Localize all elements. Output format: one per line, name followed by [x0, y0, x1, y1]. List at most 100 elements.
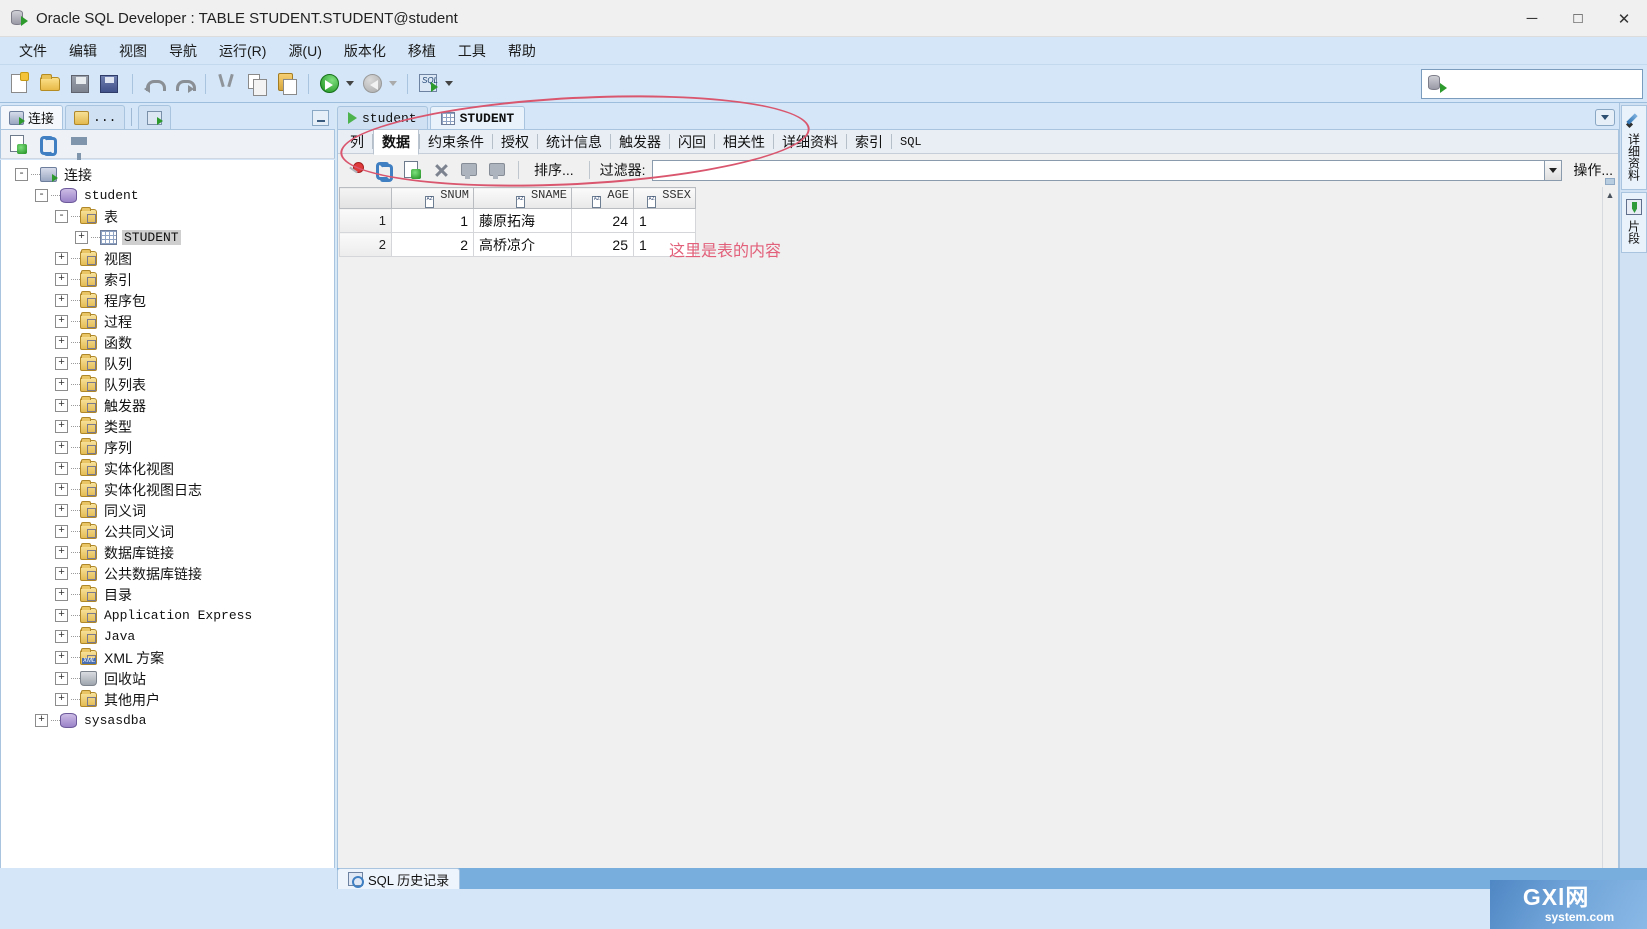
panel-tab-files[interactable]: ... — [65, 105, 126, 129]
cell-SNUM[interactable]: 2 — [391, 232, 474, 257]
menu-edit[interactable]: 编辑 — [58, 38, 108, 64]
menu-help[interactable]: 帮助 — [497, 38, 547, 64]
menu-source[interactable]: 源(U) — [277, 38, 332, 64]
tree-item-xml-方案[interactable]: + XML XML 方案 — [1, 647, 334, 668]
menu-versioning[interactable]: 版本化 — [333, 38, 397, 64]
tree-item-application-express[interactable]: + Application Express — [1, 605, 334, 626]
dock-item-snippets[interactable]: 片段 — [1621, 192, 1647, 253]
tree-item-表[interactable]: -表 — [1, 206, 334, 227]
expand-toggle-icon[interactable]: + — [55, 483, 68, 496]
redo-arrow-icon[interactable] — [171, 71, 197, 97]
tab-列[interactable]: 列 — [342, 130, 372, 154]
cell-SNAME[interactable]: 高桥凉介 — [473, 232, 572, 257]
cell-SNAME[interactable]: 藤原拓海 — [473, 208, 572, 233]
tree-item-过程[interactable]: + 过程 — [1, 311, 334, 332]
maximize-button[interactable]: □ — [1555, 0, 1601, 37]
clipboard-paste-icon[interactable] — [274, 71, 300, 97]
expand-toggle-icon[interactable]: + — [55, 609, 68, 622]
chevron-down-icon[interactable] — [445, 81, 453, 86]
expand-toggle-icon[interactable]: + — [55, 504, 68, 517]
sort-button[interactable]: 排序... — [529, 158, 579, 182]
tree-item-视图[interactable]: + 视图 — [1, 248, 334, 269]
editor-tab-menu-button[interactable] — [1595, 109, 1615, 126]
row-number-cell[interactable]: 2 — [339, 232, 392, 257]
tree-item-同义词[interactable]: + 同义词 — [1, 500, 334, 521]
expand-toggle-icon[interactable]: + — [55, 336, 68, 349]
save-all-icon[interactable] — [98, 71, 124, 97]
expand-toggle-icon[interactable]: + — [75, 231, 88, 244]
column-header-SNAME[interactable]: AZ SNAME — [473, 187, 572, 209]
expand-toggle-icon[interactable]: + — [55, 651, 68, 664]
column-header-SSEX[interactable]: AZ SSEX — [633, 187, 696, 209]
tree-item-student[interactable]: - student — [1, 185, 334, 206]
column-header-SNUM[interactable]: AZ SNUM — [391, 187, 474, 209]
save-icon[interactable] — [68, 71, 94, 97]
scissors-icon[interactable] — [214, 71, 240, 97]
tree-item-触发器[interactable]: + 触发器 — [1, 395, 334, 416]
editor-tab-student-worksheet[interactable]: student — [337, 106, 428, 129]
menu-tools[interactable]: 工具 — [447, 38, 497, 64]
expand-toggle-icon[interactable]: + — [55, 630, 68, 643]
tab-约束条件[interactable]: 约束条件 — [420, 130, 492, 154]
expand-toggle-icon[interactable]: + — [55, 588, 68, 601]
panel-tab-reports[interactable] — [138, 105, 172, 129]
tab-授权[interactable]: 授权 — [493, 130, 537, 154]
column-header-AGE[interactable]: AZ AGE — [571, 187, 634, 209]
expand-toggle-icon[interactable]: + — [55, 399, 68, 412]
tree-item-索引[interactable]: + 索引 — [1, 269, 334, 290]
copy-icon[interactable] — [244, 71, 270, 97]
menu-view[interactable]: 视图 — [108, 38, 158, 64]
expand-toggle-icon[interactable]: + — [55, 252, 68, 265]
data-grid-area[interactable]: AZ SNUM AZ SNAME AZ AGE AZ SSEX 1 1 藤原拓海 24 1 2 2 高桥凉介 2… — [339, 187, 1617, 911]
insert-row-icon[interactable] — [402, 159, 424, 181]
minimize-button[interactable]: ─ — [1509, 0, 1555, 37]
new-connection-icon[interactable] — [9, 134, 29, 154]
vertical-scrollbar[interactable]: ▲ — [1602, 178, 1617, 911]
tree-item-队列表[interactable]: + 队列表 — [1, 374, 334, 395]
row-number-header[interactable] — [339, 187, 392, 209]
close-button[interactable]: ✕ — [1601, 0, 1647, 37]
expand-toggle-icon[interactable]: + — [55, 315, 68, 328]
tab-详细资料[interactable]: 详细资料 — [774, 130, 846, 154]
expand-toggle-icon[interactable]: + — [35, 714, 48, 727]
tab-触发器[interactable]: 触发器 — [611, 130, 669, 154]
rollback-icon[interactable] — [486, 159, 508, 181]
collapse-toggle-icon[interactable]: - — [35, 189, 48, 202]
menu-migration[interactable]: 移植 — [397, 38, 447, 64]
delete-row-icon[interactable] — [430, 159, 452, 181]
tab-统计信息[interactable]: 统计信息 — [538, 130, 610, 154]
scroll-thumb[interactable] — [1605, 178, 1615, 185]
tab-数据[interactable]: 数据 — [373, 128, 419, 155]
expand-toggle-icon[interactable]: + — [55, 546, 68, 559]
cell-AGE[interactable]: 25 — [571, 232, 634, 257]
undo-arrow-icon[interactable] — [141, 71, 167, 97]
expand-toggle-icon[interactable]: + — [55, 693, 68, 706]
sql-worksheet-icon[interactable]: SQL — [416, 71, 442, 97]
green-back-arrow-icon[interactable] — [317, 71, 343, 97]
tree-item-数据库链接[interactable]: + 数据库链接 — [1, 542, 334, 563]
commit-icon[interactable] — [458, 159, 480, 181]
tree-item-student[interactable]: + STUDENT — [1, 227, 334, 248]
filter-dropdown-button[interactable] — [1544, 159, 1563, 181]
scroll-up-arrow-icon[interactable]: ▲ — [1603, 187, 1617, 202]
expand-toggle-icon[interactable]: + — [55, 567, 68, 580]
cell-SSEX[interactable]: 1 — [633, 208, 696, 233]
tree-item-目录[interactable]: + 目录 — [1, 584, 334, 605]
expand-toggle-icon[interactable]: + — [55, 525, 68, 538]
connections-tree[interactable]: - 连接 - student - 表 + STUDENT + 视图 + 索引 + 程序包 + 过程 + 函数 + 队列… — [0, 160, 335, 929]
expand-toggle-icon[interactable]: + — [55, 294, 68, 307]
tree-item-程序包[interactable]: + 程序包 — [1, 290, 334, 311]
tree-item-实体化视图[interactable]: + 实体化视图 — [1, 458, 334, 479]
search-input[interactable] — [1448, 75, 1642, 93]
tree-item-函数[interactable]: + 函数 — [1, 332, 334, 353]
expand-toggle-icon[interactable]: + — [55, 420, 68, 433]
minimize-panel-button[interactable] — [312, 110, 329, 126]
expand-toggle-icon[interactable]: + — [55, 357, 68, 370]
object-detail-tabs[interactable]: 列数据 约束条件 授权 统计信息 触发器 闪回 相关性 详细资料 索引 SQL — [338, 128, 1618, 155]
sql-history-tab[interactable]: SQL 历史记录 — [337, 868, 461, 889]
refresh-icon[interactable] — [39, 134, 59, 156]
editor-tab-student-table[interactable]: STUDENT — [429, 106, 526, 129]
menu-navigate[interactable]: 导航 — [158, 38, 208, 64]
tab-相关性[interactable]: 相关性 — [715, 130, 773, 154]
tab-闪回[interactable]: 闪回 — [670, 130, 714, 154]
